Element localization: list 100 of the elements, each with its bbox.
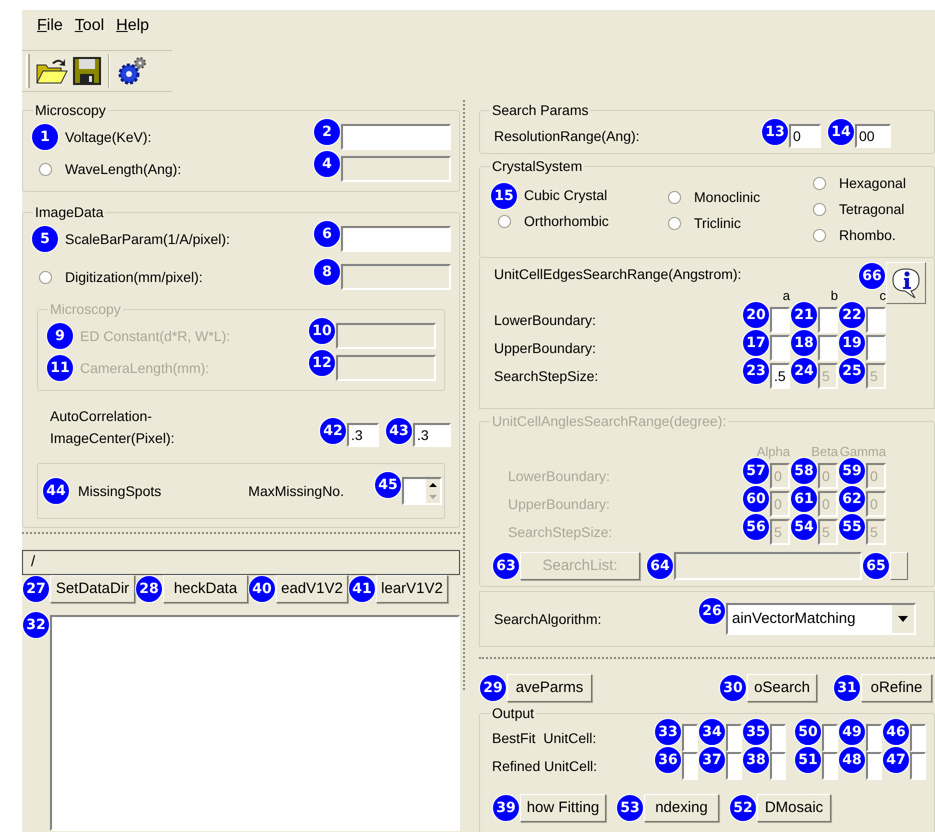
input-field[interactable] (726, 724, 742, 752)
button[interactable]: how Fitting (520, 794, 606, 822)
radio-button[interactable] (38, 270, 52, 284)
field-label: SearchAlgorithm: (494, 610, 602, 629)
number-badge: 22 (838, 301, 866, 329)
menu-item[interactable]: File (35, 14, 65, 38)
radio-button[interactable] (812, 177, 826, 190)
radio-button[interactable] (668, 217, 680, 230)
number-badge: 62 (838, 485, 866, 513)
button[interactable]: heckData (163, 575, 248, 603)
input-field[interactable] (726, 752, 742, 780)
input-field[interactable] (341, 226, 451, 252)
input-field[interactable]: 00 (855, 124, 891, 148)
number-badge: 30 (719, 674, 747, 702)
radio-button[interactable] (38, 162, 52, 176)
input-field[interactable] (866, 752, 882, 780)
input-field[interactable] (866, 724, 882, 752)
number-badge: 26 (698, 597, 726, 625)
input-field[interactable] (770, 307, 790, 333)
number-badge: 4 (313, 150, 341, 178)
number-badge: 17 (742, 329, 770, 357)
input-field[interactable] (818, 335, 838, 361)
number-badge: 43 (385, 417, 413, 445)
field-label: Digitization(mm/pixel): (65, 268, 203, 287)
number-badge: 45 (374, 471, 402, 499)
input-field[interactable]: 0 (789, 124, 821, 148)
radio-button[interactable] (812, 203, 826, 216)
button[interactable]: SetDataDir (50, 575, 135, 603)
field-label: AutoCorrelation-ImageCenter(Pixel): (50, 407, 176, 448)
button[interactable]: ndexing (644, 794, 719, 822)
menu-item[interactable]: Tool (72, 14, 106, 38)
number-badge: 13 (761, 118, 789, 146)
button[interactable]: oRefine (861, 674, 932, 702)
field-label: CameraLength(mm): (80, 358, 210, 378)
button[interactable]: eadV1V2 (276, 575, 348, 603)
button[interactable]: learV1V2 (376, 575, 448, 603)
number-badge: 41 (348, 575, 376, 603)
input-field[interactable]: .3 (347, 423, 379, 447)
field-label: SearchStepSize: (493, 366, 598, 386)
input-field[interactable] (770, 724, 786, 752)
radio-label: Cubic Crystal (524, 186, 608, 205)
gears-icon[interactable] (116, 55, 148, 87)
number-badge: 52 (729, 794, 757, 822)
input-field[interactable] (910, 752, 926, 780)
number-badge: 1 (31, 123, 59, 151)
number-badge: 48 (838, 746, 866, 774)
radio-button[interactable] (812, 229, 826, 242)
button[interactable]: aveParms (507, 674, 592, 702)
number-badge: 58 (790, 457, 818, 485)
input-field[interactable] (866, 307, 886, 333)
input-field[interactable] (866, 335, 886, 361)
number-badge: 24 (790, 357, 818, 385)
input-field[interactable] (822, 724, 838, 752)
checkbox-label: MissingSpots (78, 482, 162, 501)
input-field[interactable]: .5 (770, 363, 790, 389)
number-badge: 37 (698, 746, 726, 774)
number-badge: 18 (790, 329, 818, 357)
input-field[interactable]: .3 (413, 423, 451, 447)
button[interactable]: oSearch (747, 674, 817, 702)
radio-button[interactable] (668, 191, 680, 204)
input-field[interactable] (910, 724, 926, 752)
number-badge: 54 (790, 513, 818, 541)
field-label: UpperBoundary: (507, 494, 610, 514)
radio-label: Orthorhombic (524, 212, 609, 231)
number-badge: 65 (862, 552, 890, 580)
number-badge: 29 (479, 674, 507, 702)
input-field[interactable] (822, 752, 838, 780)
group-title: Output (491, 704, 536, 723)
group-title: UnitCellAnglesSearchRange(degree): (491, 412, 728, 431)
number-badge: 50 (794, 718, 822, 746)
input-field[interactable] (341, 124, 451, 150)
number-badge: 59 (838, 457, 866, 485)
input-field[interactable] (682, 752, 698, 780)
input-field[interactable] (770, 752, 786, 780)
button[interactable]: DMosaic (757, 794, 831, 822)
number-badge: 46 (882, 718, 910, 746)
number-badge: 31 (833, 674, 861, 702)
number-badge: 55 (838, 513, 866, 541)
path-field[interactable]: / (22, 550, 460, 575)
number-badge: 56 (742, 513, 770, 541)
menu-item[interactable]: Help (114, 14, 152, 38)
info-button[interactable] (886, 262, 926, 304)
group-title: Microscopy (34, 101, 107, 120)
dropdown[interactable]: ainVectorMatching (726, 603, 916, 635)
input-field[interactable] (770, 335, 790, 361)
field-label: UpperBoundary: (493, 338, 596, 358)
radio-button[interactable] (498, 215, 510, 228)
number-badge: 19 (838, 329, 866, 357)
field-label: Voltage(KeV): (65, 128, 152, 147)
spin-box[interactable] (402, 477, 442, 505)
number-badge: 44 (42, 477, 70, 505)
number-badge: 36 (654, 746, 682, 774)
group-title: ImageData (34, 203, 104, 222)
field-label: WaveLength(Ang): (65, 160, 182, 179)
field-label: SearchStepSize: (507, 522, 612, 542)
input-field[interactable] (818, 307, 838, 333)
column-header: b (830, 287, 838, 305)
input-field[interactable] (682, 724, 698, 752)
column-header: c (878, 287, 886, 305)
number-badge: 9 (46, 322, 74, 350)
